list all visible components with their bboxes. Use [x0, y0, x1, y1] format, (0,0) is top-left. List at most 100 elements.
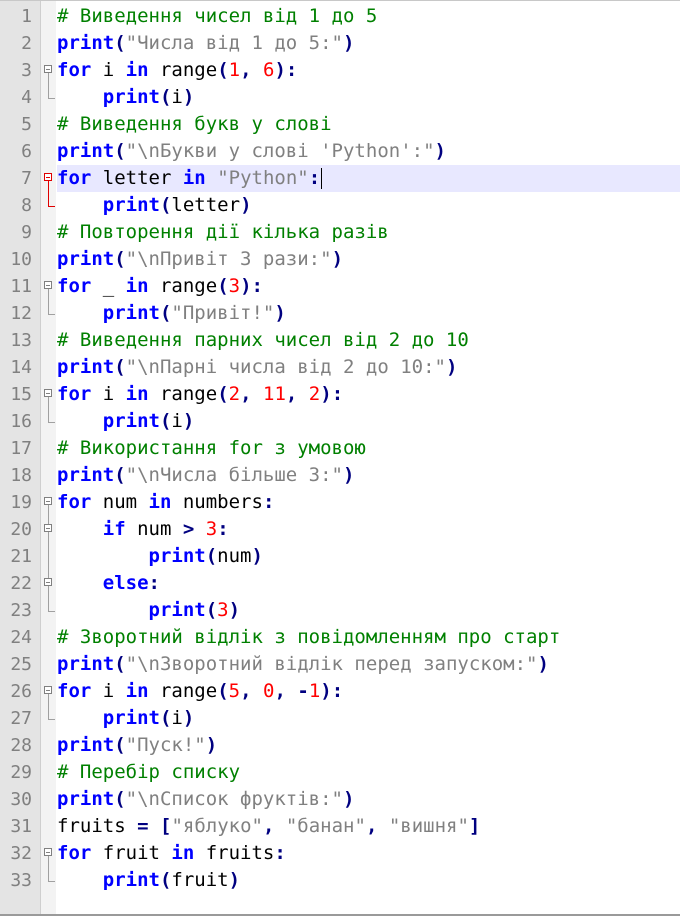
code-token: ( [114, 32, 126, 54]
code-line[interactable]: 7 for letter in "Python": [0, 165, 680, 192]
code-line[interactable]: 28 print("Пуск!") [0, 732, 680, 759]
code-text-area[interactable]: # Виведення парних чисел від 2 до 10 [57, 327, 680, 354]
code-line[interactable]: 11 for _ in range(3): [0, 273, 680, 300]
code-line[interactable]: 31 fruits = ["яблуко", "банан", "вишня"] [0, 813, 680, 840]
code-token: ) [343, 788, 355, 810]
code-line[interactable]: 25 print("\nЗворотний відлік перед запуск… [0, 651, 680, 678]
code-text-area[interactable]: for i in range(1, 6): [57, 57, 680, 84]
code-line[interactable]: 10 print("\nПривіт 3 рази:") [0, 246, 680, 273]
code-line[interactable]: 23 print(3) [0, 597, 680, 624]
code-line[interactable]: 27 print(i) [0, 705, 680, 732]
code-text-area[interactable]: print(num) [57, 543, 680, 570]
code-token: fruits [57, 815, 138, 837]
code-text-area[interactable]: print("\nЧисла більше 3:") [57, 462, 680, 489]
code-line[interactable]: 21 print(num) [0, 543, 680, 570]
code-text-area[interactable]: print("\nБукви у слові 'Python':") [57, 138, 680, 165]
code-text-area[interactable]: print("Числа від 1 до 5:") [57, 30, 680, 57]
code-text-area[interactable]: print(letter) [57, 192, 680, 219]
code-line[interactable]: 30 print("\nСписок фруктів:") [0, 786, 680, 813]
code-text-area[interactable]: else: [57, 570, 680, 597]
code-text-area[interactable]: for num in numbers: [57, 489, 680, 516]
code-line[interactable]: 16 print(i) [0, 408, 680, 435]
fold-toggle-icon[interactable] [41, 516, 57, 543]
fold-toggle-icon[interactable] [41, 57, 57, 84]
code-text-area[interactable]: fruits = ["яблуко", "банан", "вишня"] [57, 813, 680, 840]
code-text-area[interactable]: # Виведення чисел від 1 до 5 [57, 3, 680, 30]
fold-toggle-icon[interactable] [41, 840, 57, 867]
code-line[interactable]: 18 print("\nЧисла більше 3:") [0, 462, 680, 489]
line-number: 8 [21, 195, 32, 216]
code-text-area[interactable]: print(fruit) [57, 867, 680, 894]
code-text-area[interactable]: # Виведення букв у слові [57, 111, 680, 138]
code-line[interactable]: 19 for num in numbers: [0, 489, 680, 516]
code-text-area[interactable]: # Зворотний відлік з повідомленням про с… [57, 624, 680, 651]
fold-toggle-icon[interactable] [41, 165, 57, 192]
code-line[interactable]: 22 else: [0, 570, 680, 597]
code-token: ): [274, 59, 298, 81]
code-line[interactable]: 17 # Використання for з умовою [0, 435, 680, 462]
code-token: ( [114, 356, 126, 378]
code-line[interactable]: 4 print(i) [0, 84, 680, 111]
code-text-area[interactable]: print("\nПривіт 3 рази:") [57, 246, 680, 273]
code-token: "Пуск!" [125, 734, 206, 756]
code-text: print("\nСписок фруктів:") [57, 786, 354, 813]
code-line[interactable]: 5 # Виведення букв у слові [0, 111, 680, 138]
code-text-area[interactable]: print("\nСписок фруктів:") [57, 786, 680, 813]
fold-toggle-icon[interactable] [41, 678, 57, 705]
fold-toggle-icon[interactable] [41, 381, 57, 408]
code-line[interactable]: 1 # Виведення чисел від 1 до 5 [0, 3, 680, 30]
code-line[interactable]: 9 # Повторення дії кілька разів [0, 219, 680, 246]
code-line[interactable]: 14 print("\nПарні числа від 2 до 10:") [0, 354, 680, 381]
code-token: fruits [194, 842, 275, 864]
code-text-area[interactable]: print("\nПарні числа від 2 до 10:") [57, 354, 680, 381]
code-text-area[interactable]: print(3) [57, 597, 680, 624]
code-text-area[interactable]: print(i) [57, 84, 680, 111]
code-token: , [240, 680, 252, 702]
line-number: 16 [10, 411, 32, 432]
fold-toggle-icon[interactable] [41, 570, 57, 597]
code-line[interactable]: 20 if num > 3: [0, 516, 680, 543]
code-text-area[interactable]: # Перебір списку [57, 759, 680, 786]
code-text-area[interactable]: print("Привіт!") [57, 300, 680, 327]
code-line[interactable]: 33 print(fruit) [0, 867, 680, 894]
code-token: for [57, 59, 92, 81]
code-line[interactable]: 32 for fruit in fruits: [0, 840, 680, 867]
code-text-area[interactable]: for _ in range(3): [57, 273, 680, 300]
code-line[interactable]: 6 print("\nБукви у слові 'Python':") [0, 138, 680, 165]
code-line[interactable]: 8 print(letter) [0, 192, 680, 219]
code-line[interactable]: 26 for i in range(5, 0, -1): [0, 678, 680, 705]
code-text-area[interactable]: # Використання for з умовою [57, 435, 680, 462]
code-line[interactable]: 29 # Перебір списку [0, 759, 680, 786]
code-line[interactable]: 2 print("Числа від 1 до 5:") [0, 30, 680, 57]
code-token: # Виведення букв у слові [57, 113, 332, 135]
code-token: i [91, 383, 126, 405]
code-text-area[interactable]: print("\nЗворотний відлік перед запуском… [57, 651, 680, 678]
code-text-area[interactable]: for fruit in fruits: [57, 840, 680, 867]
code-text-area[interactable]: for letter in "Python": [57, 165, 680, 192]
code-token: in [125, 59, 149, 81]
code-token: [ [159, 815, 172, 837]
code-text-area[interactable]: print(i) [57, 408, 680, 435]
code-editor[interactable]: 1 # Виведення чисел від 1 до 5 2 print("Чис… [0, 0, 680, 916]
code-line[interactable]: 3 for i in range(1, 6): [0, 57, 680, 84]
code-text: for letter in "Python": [57, 165, 323, 192]
code-line[interactable]: 13 # Виведення парних чисел від 2 до 10 [0, 327, 680, 354]
fold-toggle-icon[interactable] [41, 489, 57, 516]
code-line[interactable]: 15 for i in range(2, 11, 2): [0, 381, 680, 408]
code-text-area[interactable]: print(i) [57, 705, 680, 732]
code-text: print("\nЗворотний відлік перед запуском… [57, 651, 549, 678]
code-text-area[interactable]: for i in range(2, 11, 2): [57, 381, 680, 408]
code-text-area[interactable]: for i in range(5, 0, -1): [57, 678, 680, 705]
code-line[interactable]: 12 print("Привіт!") [0, 300, 680, 327]
code-text-area[interactable]: print("Пуск!") [57, 732, 680, 759]
code-line[interactable]: 24 # Зворотний відлік з повідомленням про… [0, 624, 680, 651]
code-token: i [171, 86, 183, 108]
fold-toggle-icon[interactable] [41, 273, 57, 300]
code-text-area[interactable]: if num > 3: [57, 516, 680, 543]
fold-end-marker [41, 84, 57, 111]
code-text-area[interactable]: # Повторення дії кілька разів [57, 219, 680, 246]
code-token: letter [91, 167, 183, 189]
